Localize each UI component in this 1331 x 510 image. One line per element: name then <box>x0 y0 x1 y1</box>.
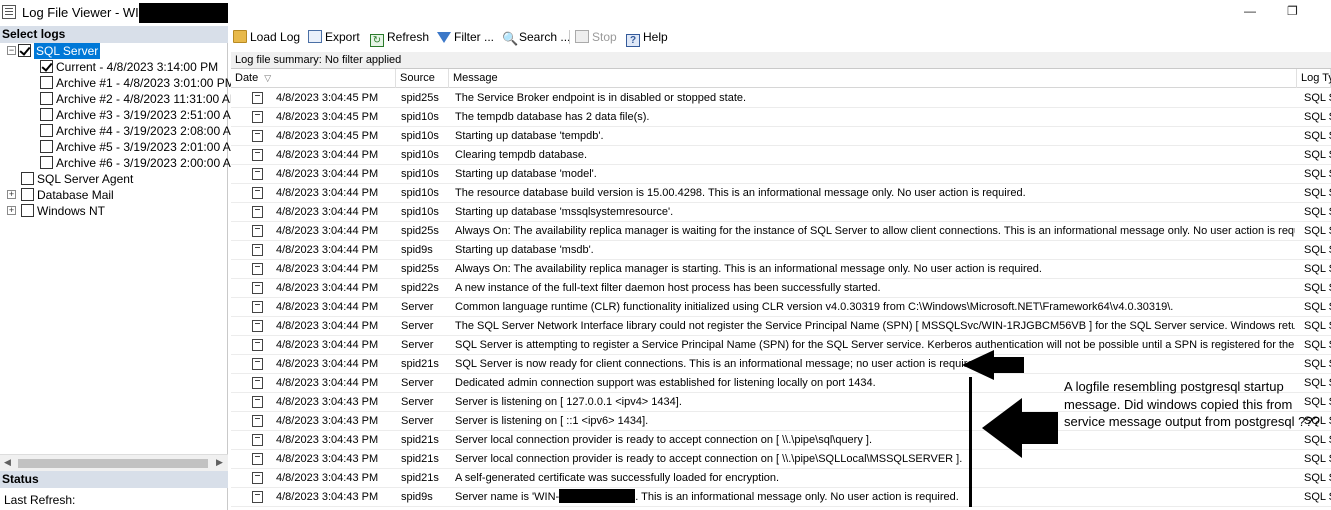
annotation-arrows <box>962 350 1058 458</box>
annotation-divider-line <box>969 377 972 507</box>
arrow-left-icon <box>962 350 1024 380</box>
annotation-note: A logfile resembling postgresql startup … <box>1064 379 1320 429</box>
arrow-left-icon <box>982 398 1058 458</box>
